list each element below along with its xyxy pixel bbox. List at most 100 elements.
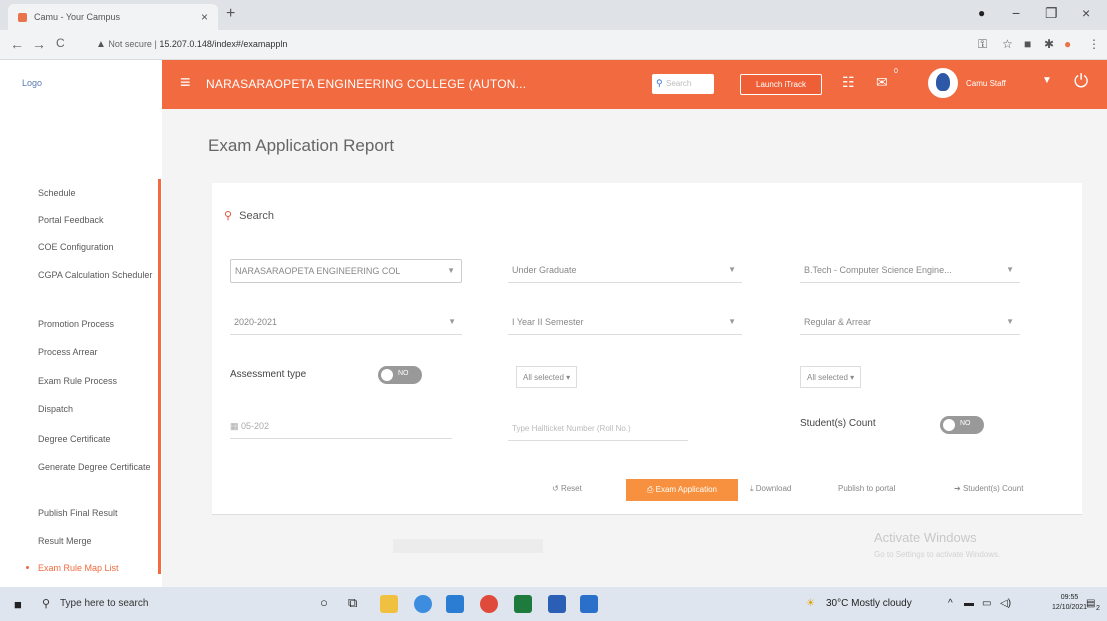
- hamburger-menu-icon[interactable]: ≡: [180, 72, 191, 93]
- favicon-icon: [18, 13, 27, 22]
- reload-button[interactable]: C: [56, 36, 65, 50]
- assessment-type-label: Assessment type: [230, 369, 307, 380]
- cortana-icon[interactable]: ○: [320, 595, 338, 613]
- record-icon: ●: [978, 6, 986, 20]
- assessment-toggle-text: NO: [398, 370, 409, 377]
- back-button[interactable]: ←: [10, 36, 24, 52]
- student-count-button[interactable]: ➔ Student(s) Count: [954, 484, 1023, 493]
- browser-addressbar: ← → C ▲ Not secure | 15.207.0.148/index#…: [0, 30, 1107, 60]
- sidebar-item-exam-rule-map-list[interactable]: Exam Rule Map List: [38, 562, 153, 574]
- weather-text[interactable]: 30°C Mostly cloudy: [826, 598, 912, 609]
- blurred-text-block: [393, 539, 543, 553]
- sidebar-item-publish-final-result[interactable]: Publish Final Result: [38, 507, 153, 519]
- sidebar-item-cgpa-calculation[interactable]: CGPA Calculation Scheduler: [38, 269, 153, 281]
- url-text: 15.207.0.148/index#/examappln: [159, 39, 288, 49]
- exam-type-value: Regular & Arrear: [804, 317, 872, 327]
- reset-button[interactable]: ↺ Reset: [552, 484, 582, 493]
- menu-icon[interactable]: ⋮: [1088, 37, 1100, 51]
- institution-value: NARASARAOPETA ENGINEERING COL: [235, 266, 401, 276]
- chevron-down-icon: ▼: [447, 266, 455, 275]
- multiselect-2[interactable]: All selected ▾: [800, 366, 862, 388]
- chrome-icon[interactable]: [480, 595, 498, 613]
- sidebar-item-schedule[interactable]: Schedule: [38, 187, 153, 199]
- launch-itrack-button[interactable]: Launch iTrack: [740, 74, 822, 95]
- institution-select[interactable]: NARASARAOPETA ENGINEERING COL ▼: [230, 259, 462, 283]
- windows-start-icon[interactable]: ■: [14, 597, 22, 612]
- maximize-button[interactable]: ❐: [1045, 5, 1058, 22]
- sidebar-rail: [158, 179, 161, 574]
- chevron-down-icon: ▼: [1006, 265, 1014, 274]
- exam-application-button[interactable]: ⎙ Exam Application: [626, 479, 738, 501]
- program-select[interactable]: B.Tech - Computer Science Engine... ▼: [800, 259, 1020, 283]
- clock[interactable]: 09:55 12/10/2021: [1052, 593, 1087, 613]
- search-icon: ⚲: [42, 598, 51, 610]
- assessment-type-toggle[interactable]: NO: [378, 366, 422, 384]
- network-icon[interactable]: ▬: [964, 598, 974, 609]
- semester-select[interactable]: I Year II Semester ▼: [508, 311, 742, 335]
- sidebar-item-process-arrear[interactable]: Process Arrear: [38, 346, 153, 358]
- mail-icon[interactable]: ✉: [876, 74, 888, 91]
- minimize-button[interactable]: −: [1012, 5, 1020, 21]
- program-level-select[interactable]: Under Graduate ▼: [508, 259, 742, 283]
- sidebar-item-promotion-process[interactable]: Promotion Process: [38, 318, 153, 330]
- edge-icon[interactable]: [414, 595, 432, 613]
- power-icon[interactable]: ⏻: [1074, 71, 1088, 92]
- program-value: B.Tech - Computer Science Engine...: [804, 265, 952, 275]
- weather-icon: ☀: [806, 598, 815, 609]
- chevron-down-icon[interactable]: ▼: [1042, 75, 1052, 86]
- word-icon[interactable]: [548, 595, 566, 613]
- star-icon[interactable]: ☆: [1002, 37, 1013, 51]
- sidebar-item-exam-rule-process[interactable]: Exam Rule Process: [38, 375, 153, 387]
- key-icon[interactable]: ⚿: [978, 37, 987, 52]
- download-label: Download: [755, 484, 792, 493]
- file-explorer-icon[interactable]: [380, 595, 398, 613]
- activate-windows-title: Activate Windows: [874, 530, 977, 545]
- mail-badge: 0: [894, 68, 898, 75]
- taskbar-search[interactable]: ⚲ Type here to search: [36, 592, 196, 616]
- puzzle-icon[interactable]: ✱: [1044, 37, 1054, 51]
- search-icon: ⚲: [656, 78, 663, 88]
- new-tab-button[interactable]: +: [226, 5, 235, 23]
- list-icon[interactable]: ☷: [842, 74, 855, 91]
- browser-tabbar: Camu - Your Campus × + − ❐ × ●: [0, 0, 1107, 30]
- student-count-toggle[interactable]: NO: [940, 416, 984, 434]
- academic-year-select[interactable]: 2020-2021 ▼: [230, 311, 462, 335]
- extension-icon[interactable]: ■: [1024, 37, 1031, 51]
- sidebar-item-result-merge[interactable]: Result Merge: [38, 535, 153, 547]
- battery-icon[interactable]: ▭: [982, 598, 991, 609]
- date-input[interactable]: ▦ 05-202: [230, 415, 452, 439]
- volume-icon[interactable]: ◁): [1000, 598, 1011, 609]
- notification-count: 2: [1096, 605, 1100, 612]
- mail-app-icon[interactable]: [446, 595, 464, 613]
- photos-icon[interactable]: [580, 595, 598, 613]
- profile-icon[interactable]: ●: [1064, 37, 1071, 51]
- sidebar-item-coe-configuration[interactable]: COE Configuration: [38, 241, 153, 253]
- url-field[interactable]: ▲ Not secure | 15.207.0.148/index#/exama…: [96, 36, 936, 55]
- forward-button[interactable]: →: [32, 36, 46, 52]
- header-search-input[interactable]: ⚲ Search: [652, 74, 714, 94]
- sidebar-item-degree-certificate[interactable]: Degree Certificate: [38, 433, 153, 445]
- logo-area: Logo: [0, 60, 162, 109]
- hall-ticket-input[interactable]: Type Hallticket Number (Roll No.): [508, 417, 688, 441]
- multiselect-1[interactable]: All selected ▾: [516, 366, 578, 388]
- task-view-icon[interactable]: ⧉: [348, 595, 366, 613]
- arrow-right-icon: ➔: [954, 484, 963, 493]
- download-button[interactable]: ⤓ Download: [750, 484, 791, 494]
- tray-chevron-icon[interactable]: ^: [948, 598, 953, 609]
- tab-close-icon[interactable]: ×: [201, 10, 208, 24]
- close-window-button[interactable]: ×: [1082, 5, 1090, 21]
- sidebar-item-portal-feedback[interactable]: Portal Feedback: [38, 214, 153, 226]
- program-level-value: Under Graduate: [512, 265, 577, 275]
- user-name[interactable]: Camu Staff: [966, 79, 1006, 88]
- search-header[interactable]: ⚲ Search: [224, 209, 274, 222]
- exam-type-select[interactable]: Regular & Arrear ▼: [800, 311, 1020, 335]
- print-icon: ⎙: [647, 485, 656, 494]
- publish-button[interactable]: Publish to portal: [838, 484, 895, 493]
- sidebar-item-dispatch[interactable]: Dispatch: [38, 403, 153, 415]
- browser-tab[interactable]: Camu - Your Campus ×: [8, 4, 218, 30]
- user-avatar[interactable]: [928, 68, 958, 98]
- academic-year-value: 2020-2021: [234, 317, 278, 327]
- notification-icon[interactable]: ▤: [1086, 598, 1095, 609]
- excel-icon[interactable]: [514, 595, 532, 613]
- sidebar-item-generate-degree-certificate[interactable]: Generate Degree Certificate: [38, 461, 153, 473]
